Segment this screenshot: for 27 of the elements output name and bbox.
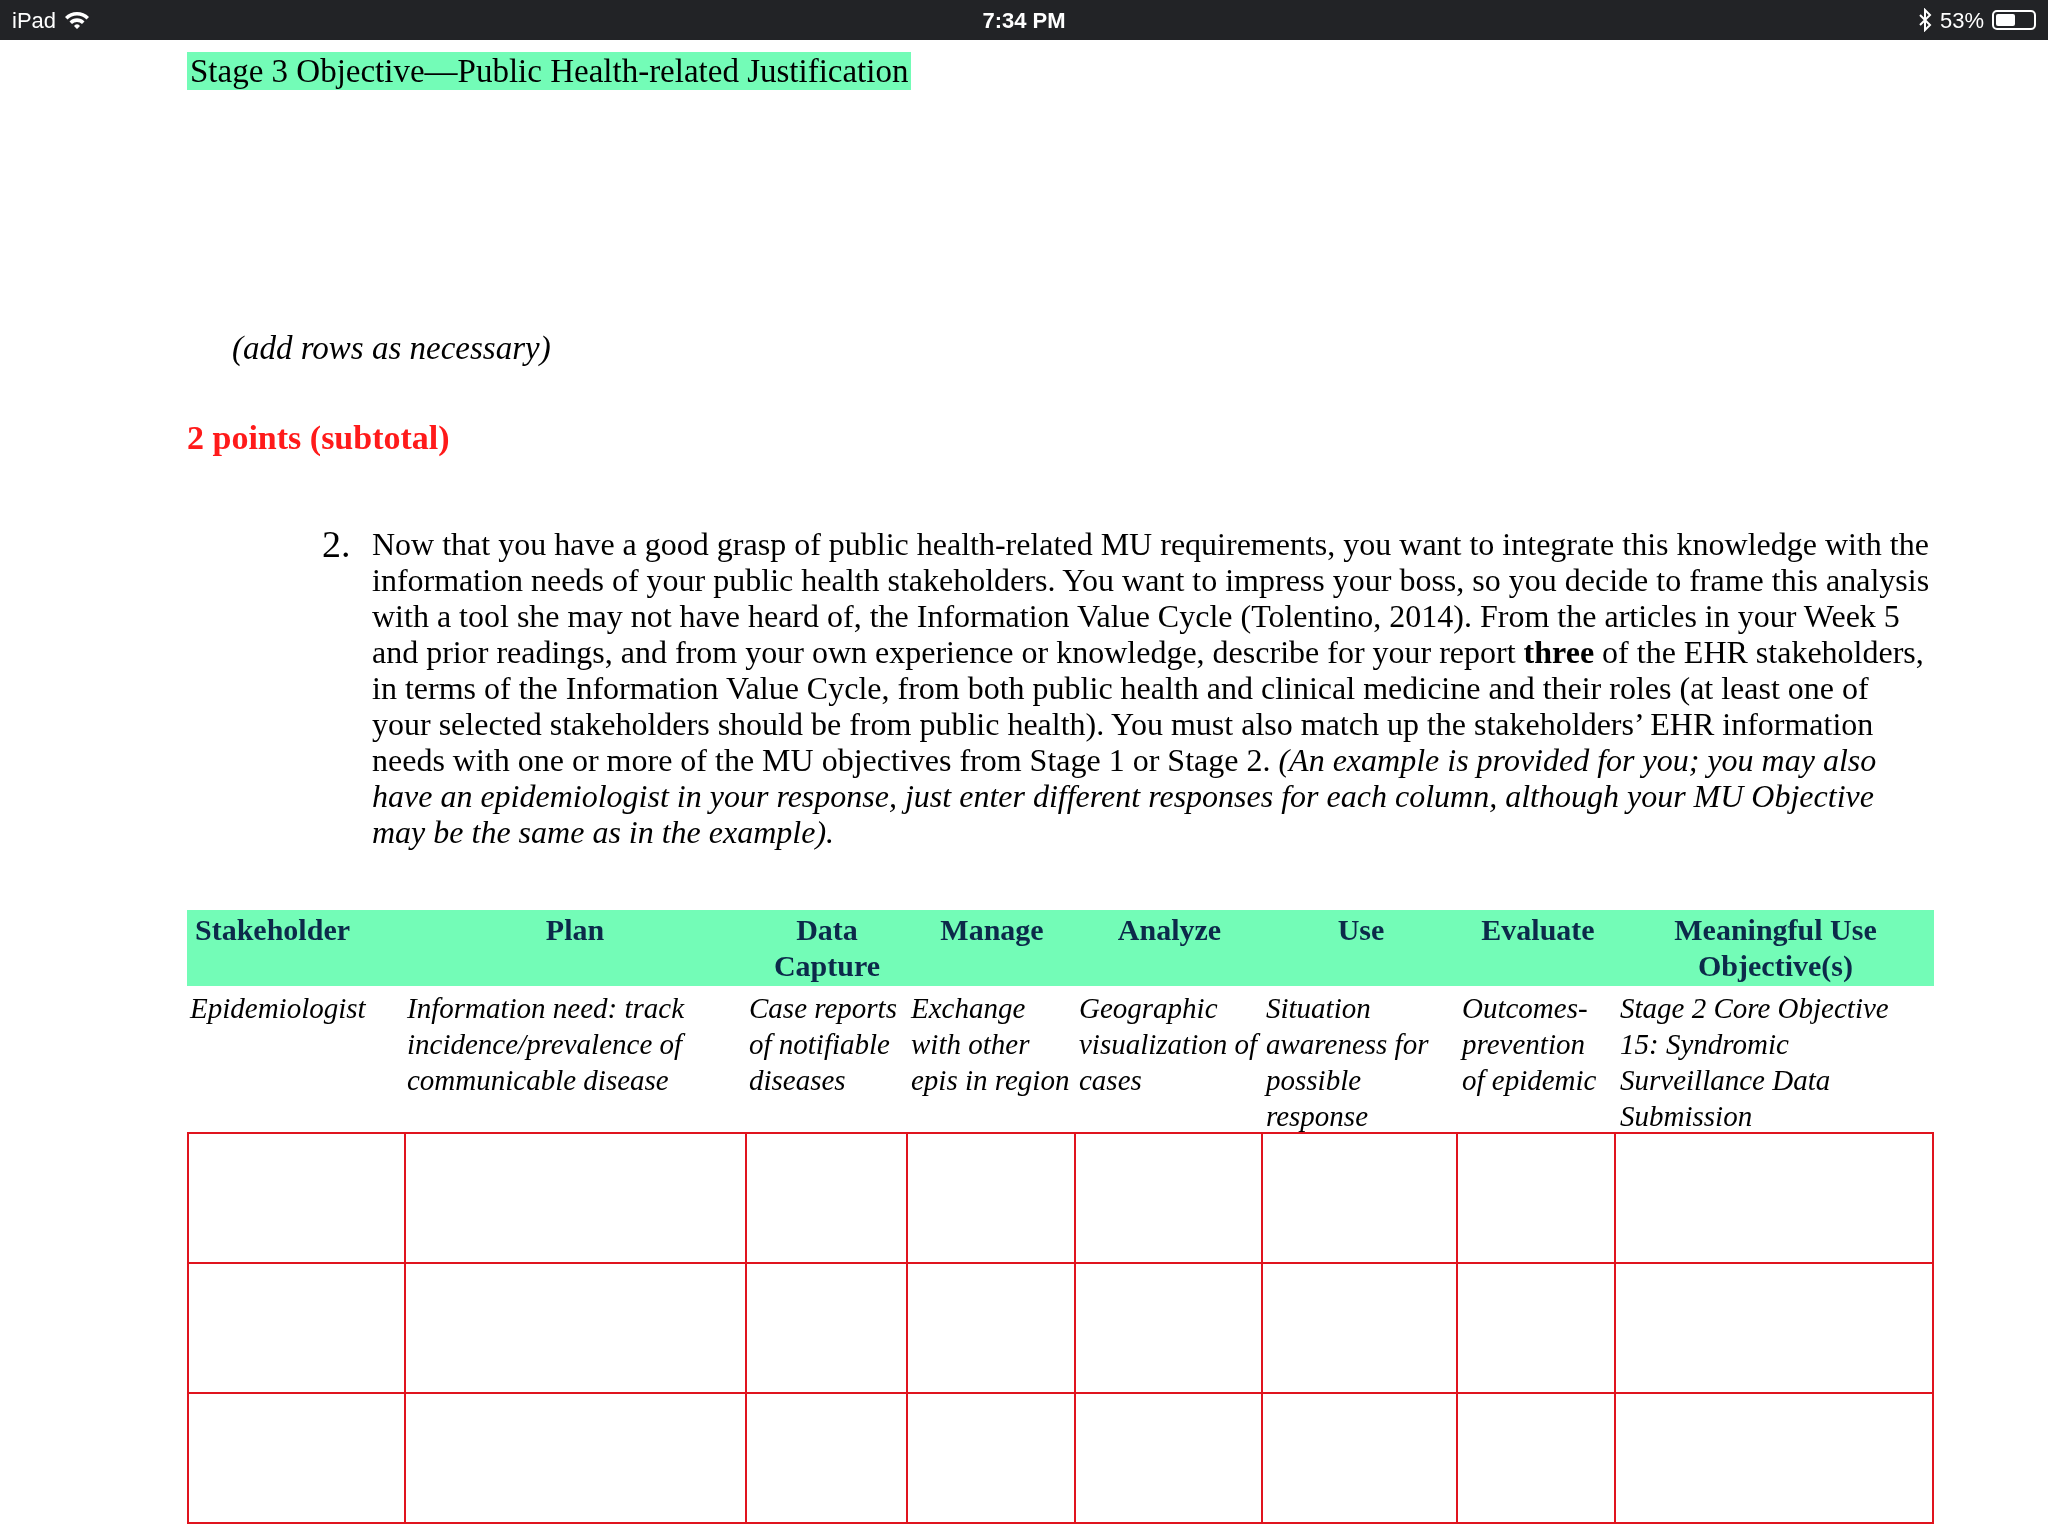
bluetooth-icon (1917, 8, 1932, 32)
table-cell-text: Outcomes-prevention of epidemic (1459, 991, 1598, 1098)
column-header: Data Capture (772, 912, 882, 984)
battery-icon (1992, 10, 2036, 30)
device-name: iPad (12, 6, 57, 35)
table-cell: Geographic visualization of cases (1076, 990, 1263, 1134)
battery-percentage: 53% (1939, 6, 1984, 35)
table-cell-text: Epidemiologist (188, 991, 367, 1026)
column-header: Plan (544, 912, 606, 948)
column-header: Manage (939, 912, 1045, 948)
question-number: 2. (322, 526, 352, 567)
column-header: Use (1336, 912, 1386, 948)
table-cell-text: Case reports of notifiable diseases (748, 991, 898, 1098)
table-cell-text: Stage 2 Core Objective 15: Syndromic Surveillance Data Submission (1619, 991, 1890, 1134)
table-cell-text: Information need: track incidence/prevalence of communicable disease (406, 991, 687, 1098)
table-cell-text: Situation awareness for possible response (1263, 991, 1430, 1134)
table-cell-text: Exchange with other epis in region (909, 991, 1071, 1098)
wifi-icon (64, 10, 91, 30)
points-label: 2 points (subtotal) (187, 420, 450, 456)
column-header: Stakeholder (194, 912, 351, 948)
column-header: Evaluate (1480, 912, 1596, 948)
clock-time: 7:34 PM (982, 6, 1066, 35)
instruction-note: (add rows as necessary) (232, 330, 551, 366)
column-header: Meaningful Use Objective(s) (1673, 912, 1878, 984)
section-heading: Stage 3 Objective—Public Health-related Justification (187, 52, 912, 90)
question-text: Now that you have a good grasp of public health-related MU requirements, you want to integrate this knowledge with the information needs of your public health stakeholders. You want to impress your boss, so you decide to frame this analysis with a tool she may not have heard of, the Information Value Cycle (Tolentino, 2014). From the articles in your Week 5 and prior readings, and from your own experience or knowledge, describe for your report three of the EHR stakeholders, in terms of the Information Value Cycle, from both public health and clinical medicine and their roles (at least one of your selected stakeholders should be from public health). You must also match up the stakeholders’ EHR information needs with one or more of the MU objectives from Stage 1 or Stage 2. (An example is provided for you; you may also have an epidemiologist in your response, just enter different responses for each column, although your MU Objective may be the same as in the example). (372, 526, 1931, 850)
column-header: Analyze (1116, 912, 1223, 948)
